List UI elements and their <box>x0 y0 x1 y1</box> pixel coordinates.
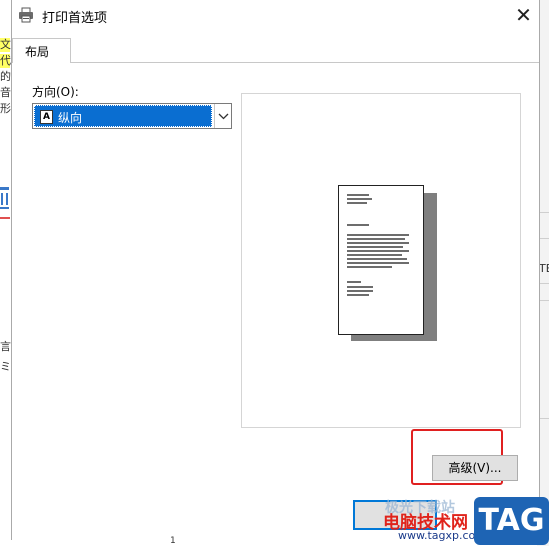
dropdown-arrow[interactable] <box>214 104 232 128</box>
tag-logo: TAG <box>474 497 549 545</box>
orientation-label: 方向(O): <box>32 85 79 99</box>
background-text: 代 <box>0 54 11 67</box>
printer-icon <box>19 7 33 23</box>
orientation-select[interactable]: A 纵向 <box>32 103 232 129</box>
background-text: ミ <box>0 360 11 373</box>
page-preview <box>241 93 521 428</box>
background-text: TE <box>539 262 549 275</box>
background-icon <box>0 187 10 219</box>
background-text: 形 <box>0 102 11 115</box>
background-text: 音 <box>0 86 11 99</box>
close-icon: ✕ <box>515 3 532 27</box>
advanced-button[interactable]: 高级(V)... <box>432 455 518 481</box>
orientation-value-text: 纵向 <box>58 111 83 125</box>
tab-layout-label: 布局 <box>25 45 50 59</box>
close-button[interactable]: ✕ <box>508 0 539 30</box>
title-bar[interactable]: 打印首选项 ✕ <box>12 0 539 32</box>
dialog-title: 打印首选项 <box>42 11 108 26</box>
background-text: 的 <box>0 70 11 83</box>
print-preferences-dialog: 打印首选项 ✕ 布局 方向(O): A 纵向 高级(V)... <box>11 0 540 540</box>
tab-layout[interactable]: 布局 <box>12 38 71 63</box>
portrait-icon: A <box>40 110 53 124</box>
background-page-number: 1 <box>170 536 176 546</box>
tag-logo-text: TAG <box>478 503 545 538</box>
preview-page <box>338 185 424 335</box>
watermark-url: www.tagxp.com <box>398 529 486 542</box>
chevron-down-icon <box>218 113 229 120</box>
orientation-selected-value[interactable]: A 纵向 <box>34 105 212 127</box>
background-text: 文 <box>0 38 11 51</box>
background-text: 言 <box>0 340 11 353</box>
